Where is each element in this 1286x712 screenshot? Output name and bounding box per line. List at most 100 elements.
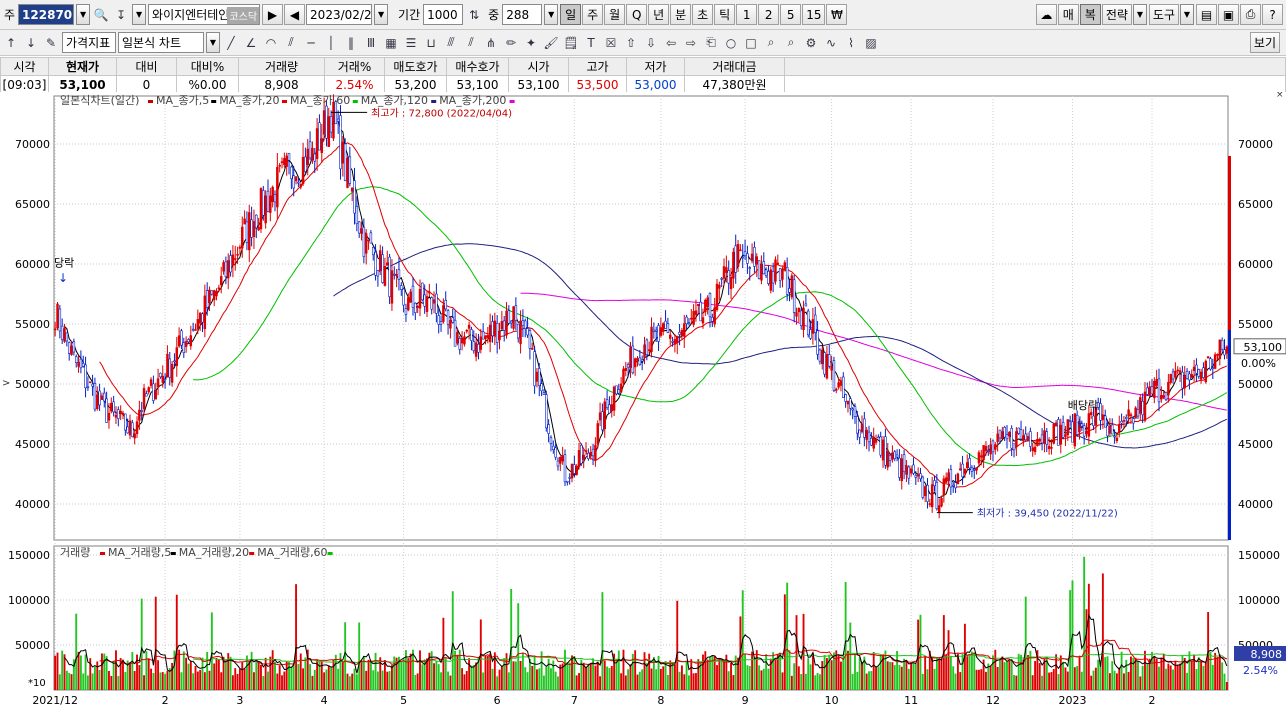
pitchfork-icon[interactable]: ⋔ xyxy=(482,32,500,53)
arrow-right-icon[interactable]: ⇨ xyxy=(682,32,700,53)
period-button-2[interactable]: 2 xyxy=(758,4,780,25)
arrow-down-icon[interactable]: ⇩ xyxy=(642,32,660,53)
period-button-1[interactable]: 1 xyxy=(736,4,758,25)
color-icon[interactable]: ✦ xyxy=(522,32,540,53)
sort-icon[interactable]: ↧ xyxy=(112,4,130,25)
tools-dropdown-icon[interactable]: ▼ xyxy=(1180,4,1194,25)
search-icon[interactable]: 🔍 xyxy=(92,4,110,25)
volume-bar xyxy=(1188,651,1191,690)
horizontal-line-icon[interactable]: ─ xyxy=(302,32,320,53)
y-tick-label-right: 45000 xyxy=(1238,438,1273,451)
candle-body xyxy=(257,227,260,231)
search-chart-icon[interactable]: ⌕ xyxy=(782,32,800,53)
delete-icon[interactable]: ☒ xyxy=(602,32,620,53)
circle-icon[interactable]: ○ xyxy=(722,32,740,53)
code-dropdown-icon[interactable]: ▼ xyxy=(76,4,91,25)
copy-button[interactable]: 복 xyxy=(1079,4,1101,25)
wave-icon[interactable]: ∿ xyxy=(822,32,840,53)
open-icon[interactable]: ▤ xyxy=(1196,4,1217,25)
period-button-day[interactable]: 일 xyxy=(560,4,582,25)
strategy-button[interactable]: 전략 xyxy=(1101,4,1132,25)
period-button-week[interactable]: 주 xyxy=(582,4,604,25)
volume-bar xyxy=(302,668,305,690)
multi-vertical-icon[interactable]: ‖ xyxy=(342,32,360,53)
nav-down-button[interactable]: ↓ xyxy=(22,32,40,53)
period-button-tick[interactable]: 틱 xyxy=(714,4,736,25)
trade-button[interactable]: 매 xyxy=(1057,4,1079,25)
zoom-icon[interactable]: ⌕ xyxy=(762,32,780,53)
volume-bar xyxy=(465,670,468,690)
period-button-second[interactable]: 초 xyxy=(692,4,714,25)
candle-body xyxy=(103,392,106,402)
grid-icon[interactable]: ▦ xyxy=(382,32,400,53)
chart-type-dropdown-icon[interactable]: ▼ xyxy=(206,32,220,53)
image-icon[interactable]: ▨ xyxy=(862,32,880,53)
period-input[interactable]: 1000 xyxy=(423,4,464,25)
strategy-dropdown-icon[interactable]: ▼ xyxy=(1132,4,1147,25)
cycle-icon[interactable]: ⊔ xyxy=(422,32,440,53)
price-indicator-button[interactable]: 가격지표 xyxy=(62,32,116,53)
candle-body xyxy=(699,301,702,322)
bookmark-icon[interactable]: ⎗ xyxy=(702,32,720,53)
rectangle-icon[interactable]: □ xyxy=(742,32,760,53)
candle-body xyxy=(514,305,518,321)
bars-icon[interactable]: Ⅲ xyxy=(362,32,380,53)
candle-body xyxy=(107,412,111,421)
brush-icon[interactable]: 🖌 xyxy=(542,32,560,53)
text-icon[interactable]: T xyxy=(582,32,600,53)
volume-bar xyxy=(947,630,950,690)
price-chart[interactable]: 70000 7000065000 6500060000 6000055000 55000… xyxy=(0,92,1286,712)
price-legend-swatch xyxy=(509,100,515,103)
period-button-quarter[interactable]: Q xyxy=(626,4,648,25)
channel-icon[interactable]: ⫻ xyxy=(442,32,460,53)
settings-icon[interactable]: ⚙ xyxy=(802,32,820,53)
pencil-icon[interactable]: ✏ xyxy=(502,32,520,53)
candle-body xyxy=(1125,417,1128,420)
stock-code-input[interactable]: 122870 xyxy=(18,4,75,25)
spin-icon[interactable]: ⇅ xyxy=(465,4,483,25)
chart-type-select[interactable]: 일본식 차트 xyxy=(118,32,204,53)
arrow-up-icon[interactable]: ⇧ xyxy=(622,32,640,53)
pane-close-icon[interactable]: × xyxy=(1276,92,1284,100)
period-button-year[interactable]: 년 xyxy=(648,4,670,25)
overlap-input[interactable]: 288 xyxy=(502,4,543,25)
print-icon[interactable]: ⎙ xyxy=(1240,4,1261,25)
edit-icon[interactable]: ✎ xyxy=(42,32,60,53)
prev-stock-button[interactable]: ◀ xyxy=(284,4,306,25)
collapse-left-icon[interactable]: > xyxy=(2,378,10,389)
date-dropdown-icon[interactable]: ▼ xyxy=(374,4,389,25)
arc-icon[interactable]: ◠ xyxy=(262,32,280,53)
period-button-minute[interactable]: 분 xyxy=(670,4,692,25)
cloud-icon[interactable]: ☁ xyxy=(1035,4,1057,25)
candle-body xyxy=(479,336,483,350)
fibonacci-icon[interactable]: ☰ xyxy=(402,32,420,53)
nav-up-button[interactable]: ↑ xyxy=(2,32,20,53)
view-button[interactable]: 보기 xyxy=(1249,32,1280,53)
note-icon[interactable]: 🗒 xyxy=(562,32,580,53)
arrow-left-icon[interactable]: ⇦ xyxy=(662,32,680,53)
help-icon[interactable]: ? xyxy=(1262,4,1283,25)
zigzag-icon[interactable]: ⌇ xyxy=(842,32,860,53)
overlap-dropdown-icon[interactable]: ▼ xyxy=(544,4,559,25)
period-button-5[interactable]: 5 xyxy=(780,4,802,25)
tools-button[interactable]: 도구 xyxy=(1148,4,1179,25)
vertical-line-icon[interactable]: │ xyxy=(322,32,340,53)
angle-icon[interactable]: ∠ xyxy=(242,32,260,53)
x-tick-label: 12 xyxy=(986,694,1000,707)
volume-bar xyxy=(1197,657,1200,690)
stock-name-field[interactable]: 와이지엔터테인먼트 코스닥 xyxy=(148,4,261,25)
date-input[interactable]: 2023/02/27 xyxy=(306,4,373,25)
next-stock-button[interactable]: ▶ xyxy=(262,4,284,25)
candle-body xyxy=(769,269,773,291)
sort-dropdown-icon[interactable]: ▼ xyxy=(132,4,147,25)
period-button-month[interactable]: 월 xyxy=(604,4,626,25)
trendline-icon[interactable]: ╱ xyxy=(222,32,240,53)
volume-bar xyxy=(234,668,237,690)
candle-body xyxy=(360,228,363,234)
currency-button[interactable]: ₩ xyxy=(826,4,848,25)
period-button-15[interactable]: 15 xyxy=(802,4,826,25)
candle-body xyxy=(989,444,992,455)
fan-icon[interactable]: ⫽ xyxy=(282,32,300,53)
save-icon[interactable]: ▣ xyxy=(1218,4,1239,25)
parallel-icon[interactable]: ⫽ xyxy=(462,32,480,53)
